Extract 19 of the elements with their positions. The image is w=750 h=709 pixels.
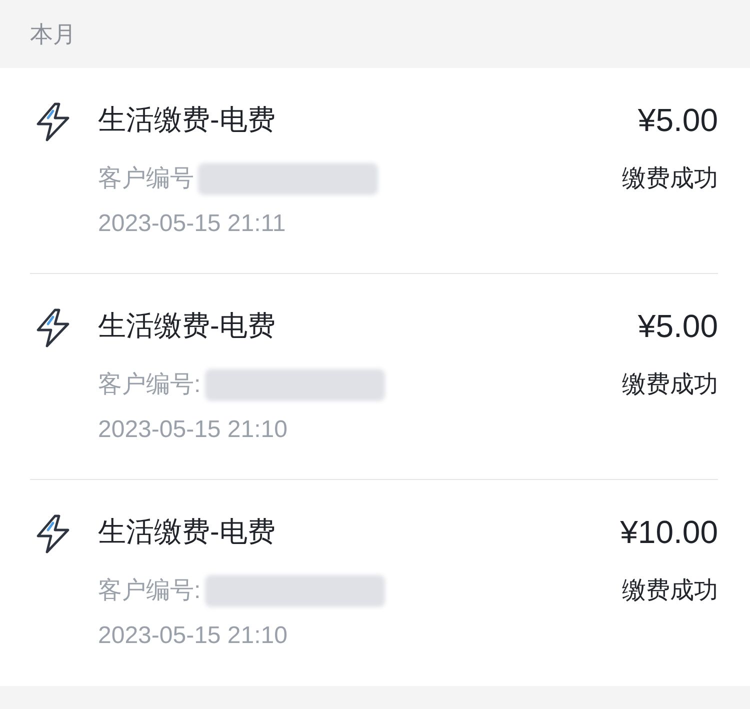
amount: ¥5.00: [638, 307, 718, 346]
record-title: 生活缴费-电费: [98, 309, 276, 343]
record-title: 生活缴费-电费: [98, 515, 276, 549]
record-title: 生活缴费-电费: [98, 103, 276, 137]
lightning-icon: [36, 308, 72, 348]
payment-status: 缴费成功: [622, 576, 718, 606]
section-header: 本月: [30, 20, 76, 49]
customer-number-label: 客户编号: [98, 164, 194, 194]
record-time: 2023-05-15 21:10: [98, 415, 288, 445]
record-time: 2023-05-15 21:11: [98, 209, 287, 239]
lightning-icon: [36, 102, 72, 142]
amount: ¥5.00: [638, 101, 718, 140]
record-time: 2023-05-15 21:10: [98, 621, 288, 651]
amount: ¥10.00: [620, 513, 718, 552]
payment-status: 缴费成功: [622, 164, 718, 194]
lightning-icon: [36, 514, 72, 554]
customer-number-label: 客户编号:: [98, 576, 201, 606]
customer-number-label: 客户编号:: [98, 370, 201, 400]
payment-status: 缴费成功: [622, 370, 718, 400]
